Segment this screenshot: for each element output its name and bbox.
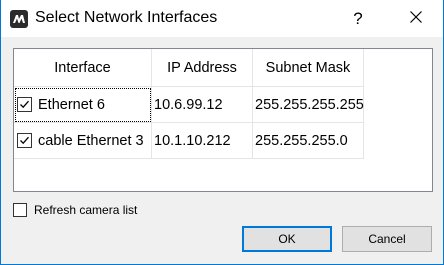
select-network-interfaces-dialog: Select Network Interfaces ? Interface IP… bbox=[0, 0, 444, 265]
ok-button[interactable]: OK bbox=[242, 226, 332, 252]
app-logo-icon bbox=[10, 10, 28, 28]
cancel-button[interactable]: Cancel bbox=[342, 226, 432, 252]
interface-name: Ethernet 6 bbox=[38, 96, 105, 113]
interfaces-list[interactable]: Interface IP Address Subnet Mask Etherne… bbox=[13, 48, 433, 192]
refresh-camera-list-label: Refresh camera list bbox=[34, 202, 138, 217]
subnet-mask-cell: 255.255.255.0 bbox=[253, 123, 364, 159]
refresh-checkbox-box[interactable] bbox=[13, 202, 27, 217]
checkmark-icon bbox=[20, 100, 29, 109]
table-header: Interface IP Address Subnet Mask bbox=[14, 49, 364, 87]
table-row[interactable]: Ethernet 6 10.6.99.12 255.255.255.255 bbox=[14, 87, 364, 123]
ip-address-cell: 10.1.10.212 bbox=[152, 123, 253, 159]
ip-address-cell: 10.6.99.12 bbox=[152, 87, 253, 123]
close-icon bbox=[410, 10, 422, 28]
row-checkbox[interactable] bbox=[17, 133, 32, 148]
table-row[interactable]: cable Ethernet 3 10.1.10.212 255.255.255… bbox=[14, 123, 364, 159]
interface-name: cable Ethernet 3 bbox=[38, 132, 144, 149]
checkmark-icon bbox=[20, 136, 29, 145]
refresh-camera-list-checkbox[interactable]: Refresh camera list bbox=[13, 202, 137, 217]
subnet-mask-cell: 255.255.255.255 bbox=[253, 87, 364, 123]
interface-cell: cable Ethernet 3 bbox=[14, 123, 152, 159]
row-checkbox[interactable] bbox=[17, 97, 32, 112]
column-header-interface[interactable]: Interface bbox=[14, 49, 152, 87]
close-button[interactable] bbox=[398, 0, 434, 37]
help-button[interactable]: ? bbox=[343, 0, 373, 37]
interface-cell: Ethernet 6 bbox=[14, 87, 152, 123]
column-header-subnet-mask[interactable]: Subnet Mask bbox=[253, 49, 364, 87]
window-title: Select Network Interfaces bbox=[35, 9, 218, 26]
column-header-ip-address[interactable]: IP Address bbox=[152, 49, 253, 87]
title-bar: Select Network Interfaces ? bbox=[1, 0, 443, 37]
